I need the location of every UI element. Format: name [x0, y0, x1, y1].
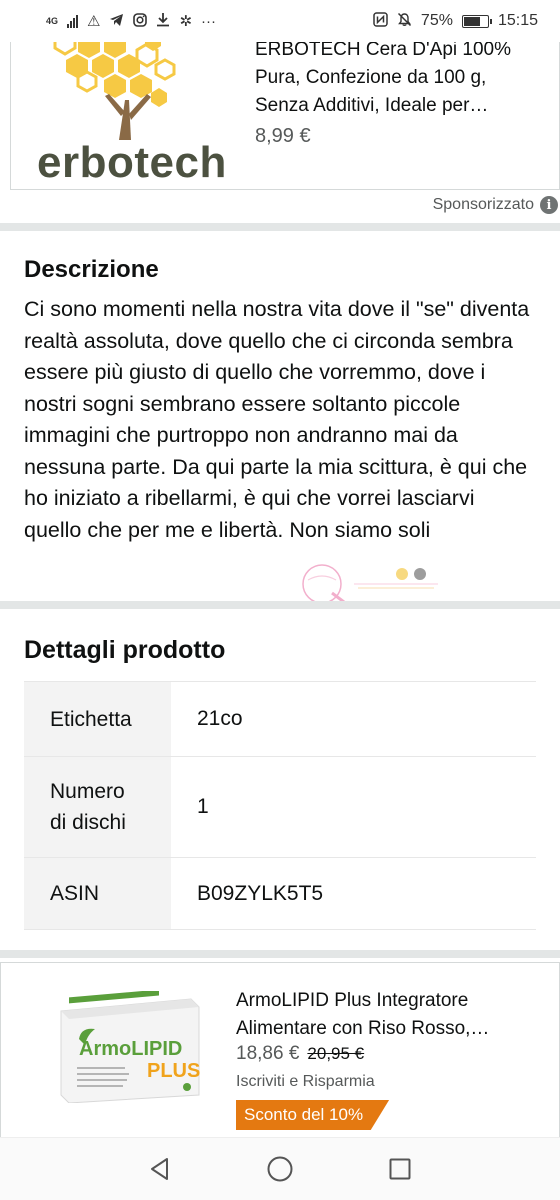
detail-key: Numero di dischi — [24, 756, 171, 858]
section-divider — [0, 950, 560, 958]
recommended-product-card[interactable]: ArmoLIPID PLUS ArmoLIPID Plus Integrator… — [0, 962, 560, 1137]
telegram-icon — [109, 13, 124, 30]
details-row-label: Etichetta 21co — [24, 681, 536, 757]
mute-icon — [397, 12, 412, 30]
back-button[interactable] — [140, 1149, 180, 1189]
status-left: 4G ⚠ ✲ ··· — [46, 12, 216, 30]
section-divider — [0, 601, 560, 609]
box-brand-text: ArmoLIPID — [79, 1038, 182, 1060]
info-icon[interactable]: i — [540, 196, 558, 214]
recents-icon — [389, 1158, 411, 1180]
discount-badge: Sconto del 10% — [236, 1100, 390, 1130]
details-row-discs: Numero di dischi 1 — [24, 756, 536, 858]
recents-button[interactable] — [380, 1149, 420, 1189]
back-icon — [151, 1158, 168, 1180]
recommended-product-title[interactable]: ArmoLIPID Plus Integratore Alimentare co… — [236, 987, 536, 1043]
battery-fill — [463, 16, 481, 26]
details-table: Etichetta 21co Numero di dischi 1 ASIN B… — [24, 681, 536, 930]
detail-key: Etichetta — [24, 681, 171, 757]
sponsored-label-row[interactable]: Sponsorizzato i — [433, 196, 558, 214]
network-type: 4G — [46, 15, 59, 26]
clock: 15:15 — [497, 12, 538, 29]
navigation-bar — [0, 1137, 560, 1200]
old-price: 20,95 € — [307, 1044, 365, 1063]
honeycomb-tree-icon — [53, 30, 176, 140]
details-heading: Dettagli prodotto — [24, 636, 226, 664]
sponsored-product-card[interactable]: erbotech ERBOTECH Cera D'Api 100% Pura, … — [10, 30, 560, 190]
logo-text: erbotech — [37, 138, 227, 187]
section-divider — [0, 223, 560, 231]
box-plus-text: PLUS — [147, 1060, 200, 1082]
battery-percent: 75% — [420, 12, 453, 29]
signal-icon — [67, 14, 79, 28]
nfc-icon — [373, 12, 388, 30]
sponsored-product-title[interactable]: ERBOTECH Cera D'Api 100% Pura, Confezion… — [255, 36, 545, 120]
home-icon — [267, 1156, 293, 1182]
erbotech-logo: erbotech — [25, 30, 226, 188]
home-button[interactable] — [260, 1149, 300, 1189]
more-icon: ··· — [201, 12, 217, 30]
warning-icon: ⚠ — [87, 12, 101, 30]
sponsored-product-price: 8,99 € — [255, 125, 311, 147]
status-bar: 4G ⚠ ✲ ··· 75% 15:15 — [0, 0, 560, 42]
detail-value: B09ZYLK5T5 — [171, 857, 536, 930]
description-heading: Descrizione — [24, 256, 159, 283]
subscribe-save-label: Iscriviti e Risparmia — [236, 1073, 375, 1090]
status-right: 75% 15:15 — [373, 12, 538, 30]
battery-icon — [461, 14, 492, 28]
description-text: Ci sono momenti nella nostra vita dove i… — [24, 297, 530, 542]
watermark-logo — [302, 564, 438, 604]
detail-value: 1 — [171, 756, 536, 858]
details-row-asin: ASIN B09ZYLK5T5 — [24, 857, 536, 930]
detail-key: ASIN — [24, 857, 171, 930]
bug-icon: ✲ — [179, 12, 193, 30]
detail-value: 21co — [171, 681, 536, 757]
armolipid-box-image: ArmoLIPID PLUS — [60, 991, 200, 1103]
price-row: 18,86 € 20,95 € — [236, 1043, 364, 1065]
current-price: 18,86 € — [236, 1043, 300, 1064]
download-icon — [156, 12, 170, 30]
sponsored-label: Sponsorizzato — [432, 196, 534, 213]
instagram-icon — [133, 12, 148, 30]
